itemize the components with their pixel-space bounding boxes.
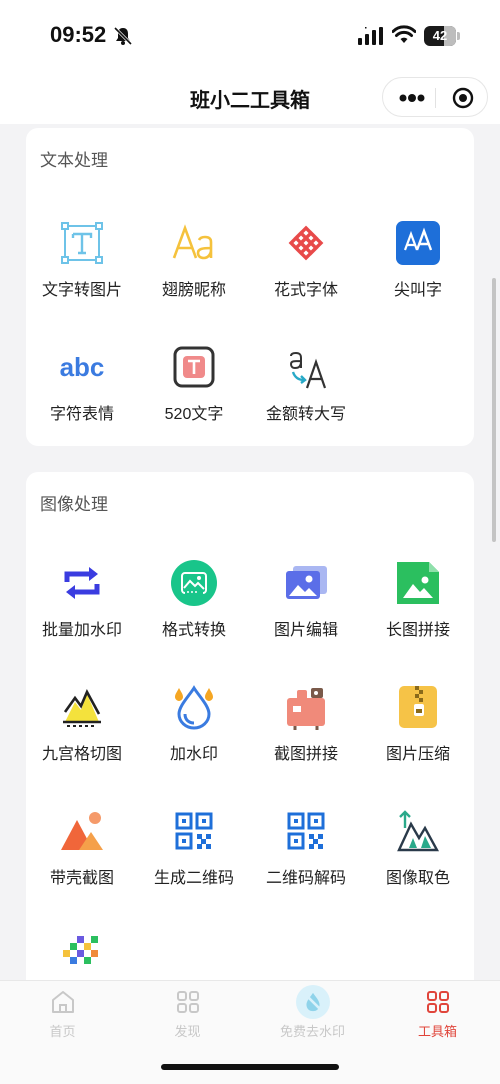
tool-pixel-mosaic[interactable]: [26, 932, 138, 980]
signal-icon: [358, 27, 383, 45]
photos-icon: [286, 566, 327, 599]
tool-fancy-font[interactable]: 花式字体: [250, 220, 362, 320]
qr-scan-icon: [287, 812, 325, 850]
mini-program-capsule: [382, 77, 488, 117]
section-title: 图像处理: [40, 495, 108, 514]
content-scroll-area[interactable]: 文本处理 文字转图片 翅膀昵称 花式字体 尖叫字 abc 字符表情 520文字 …: [0, 124, 500, 980]
tool-framed-screenshot[interactable]: 带壳截图: [26, 808, 138, 908]
tool-wing-nickname[interactable]: 翅膀昵称: [138, 220, 250, 320]
text-frame-icon: [61, 222, 103, 264]
tool-label: 九宫格切图: [41, 746, 122, 763]
battery-icon: 42: [424, 26, 456, 46]
tab-discover[interactable]: 发现: [125, 989, 250, 1049]
text-tools-card: 文本处理 文字转图片 翅膀昵称 花式字体 尖叫字 abc 字符表情 520文字 …: [26, 128, 474, 446]
wifi-icon: [392, 25, 416, 43]
tab-label: 免费去水印: [279, 1024, 345, 1039]
tool-label: 生成二维码: [153, 870, 234, 887]
tool-label: 字符表情: [49, 406, 114, 423]
svg-text:abc: abc: [60, 352, 105, 382]
scrollbar[interactable]: [492, 278, 496, 542]
tool-scream-text[interactable]: 尖叫字: [362, 220, 474, 320]
tool-label: 格式转换: [161, 622, 226, 639]
tool-label: 批量加水印: [41, 622, 122, 639]
aa-badge-icon: [396, 221, 440, 265]
t-box-icon: [173, 346, 215, 388]
tool-label: 加水印: [169, 746, 218, 763]
tab-home[interactable]: 首页: [0, 989, 125, 1049]
battery-level: 42: [432, 28, 448, 43]
tool-label: 长图拼接: [385, 622, 450, 639]
bell-muted-icon: [113, 26, 133, 46]
tool-label: 截图拼接: [273, 746, 338, 763]
tool-long-image-stitch[interactable]: 长图拼接: [362, 560, 474, 660]
tool-label: 二维码解码: [265, 870, 346, 887]
watermark-remove-icon: [296, 985, 330, 1019]
more-icon[interactable]: [399, 94, 425, 102]
tool-batch-watermark[interactable]: 批量加水印: [26, 560, 138, 660]
nav-bar: 班小二工具箱: [0, 72, 500, 124]
image-convert-icon: [171, 560, 217, 606]
tool-label: 图片压缩: [385, 746, 450, 763]
home-indicator: [161, 1064, 339, 1070]
tool-generate-qr[interactable]: 生成二维码: [138, 808, 250, 908]
tool-label: 尖叫字: [393, 282, 442, 299]
capsule-divider: [435, 88, 436, 108]
tool-amount-uppercase[interactable]: 金额转大写: [250, 344, 362, 444]
puzzle-icon: [287, 688, 325, 730]
status-time: 09:52: [50, 22, 107, 47]
tool-label: 花式字体: [273, 282, 338, 299]
aa-font-icon: [172, 224, 213, 260]
tab-label: 工具箱: [417, 1024, 457, 1039]
battery-tip: [457, 32, 460, 40]
tool-add-watermark[interactable]: 加水印: [138, 684, 250, 784]
pixel-mosaic-icon: [63, 936, 98, 964]
tool-label: 带壳截图: [49, 870, 114, 887]
tool-label: 翅膀昵称: [161, 282, 226, 299]
tool-image-compress[interactable]: 图片压缩: [362, 684, 474, 784]
tool-label: 520文字: [164, 406, 224, 423]
tab-toolbox[interactable]: 工具箱: [375, 989, 500, 1049]
tab-label: 首页: [49, 1024, 76, 1039]
zip-icon: [399, 686, 437, 728]
tool-image-edit[interactable]: 图片编辑: [250, 560, 362, 660]
tool-char-emoji[interactable]: abc 字符表情: [26, 344, 138, 444]
home-icon: [52, 991, 74, 1013]
tab-label: 发现: [174, 1024, 201, 1039]
tool-520-text[interactable]: 520文字: [138, 344, 250, 444]
image-file-icon: [397, 562, 439, 604]
mountain-crop-icon: [63, 689, 101, 727]
tab-remove-watermark[interactable]: 免费去水印: [250, 985, 375, 1049]
close-mini-program-icon[interactable]: [452, 87, 474, 109]
tool-label: 图片编辑: [273, 622, 338, 639]
mountain-arrow-icon: [397, 810, 440, 852]
tool-color-picker[interactable]: 图像取色: [362, 808, 474, 908]
tool-format-convert[interactable]: 格式转换: [138, 560, 250, 660]
section-title: 文本处理: [40, 151, 108, 170]
tool-label: 图像取色: [385, 870, 450, 887]
tool-screenshot-stitch[interactable]: 截图拼接: [250, 684, 362, 784]
tool-label: 金额转大写: [265, 406, 346, 423]
abc-icon: abc: [60, 352, 105, 382]
water-drop-icon: [175, 685, 213, 730]
tool-label: 文字转图片: [41, 282, 122, 299]
landscape-icon: [61, 812, 103, 850]
tool-nine-grid-cut[interactable]: 九宫格切图: [26, 684, 138, 784]
tool-text-to-image[interactable]: 文字转图片: [26, 220, 138, 320]
tool-decode-qr[interactable]: 二维码解码: [250, 808, 362, 908]
grid-icon: [177, 991, 199, 1013]
status-bar: 09:52 42: [0, 0, 500, 72]
a-to-a-icon: [289, 351, 327, 389]
qr-code-icon: [175, 812, 213, 850]
knot-icon: [288, 225, 324, 261]
repeat-icon: [64, 567, 100, 599]
toolbox-icon: [427, 991, 449, 1013]
image-tools-card: 图像处理 批量加水印 格式转换 图片编辑 长图拼接 九宫格切图 加水印 截图拼接…: [26, 472, 474, 980]
